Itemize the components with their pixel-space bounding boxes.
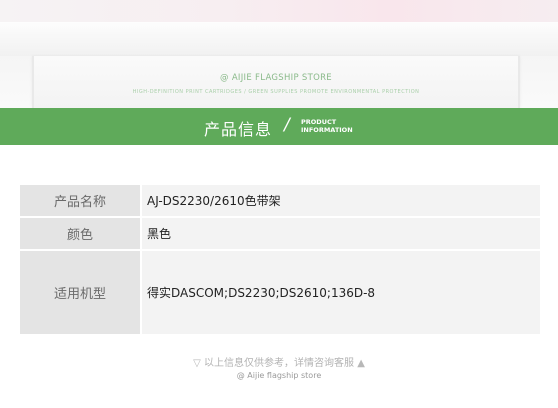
footer-store: @ Aijie flagship store (236, 371, 322, 380)
section-title-en-line2: INFORMATION (301, 126, 353, 134)
store-tagline: HIGH-DEFINITION PRINT CARTRIDGES / GREEN… (132, 89, 420, 95)
section-title-en-line1: PRODUCT (301, 118, 337, 126)
row-label-compatible-models: 适用机型 (20, 251, 142, 334)
row-value-color: 黑色 (142, 218, 540, 249)
store-banner: @ AIJIE FLAGSHIP STORE HIGH-DEFINITION P… (32, 56, 520, 108)
table-row: 颜色 黑色 (20, 218, 540, 251)
section-title-cn: 产品信息 (204, 120, 273, 139)
section-divider: / (284, 115, 290, 135)
row-value-compatible-models: 得实DASCOM;DS2230;DS2610;136D-8 (142, 251, 540, 334)
top-decor-strip (0, 0, 558, 22)
section-title-en: PRODUCT INFORMATION (301, 118, 353, 134)
table-row: 产品名称 AJ-DS2230/2610色带架 (20, 185, 540, 218)
row-label-product-name: 产品名称 (20, 185, 142, 216)
down-triangle-icon: ▽ (193, 358, 201, 369)
footer-note-text: 以上信息仅供参考，详情咨询客服 (204, 358, 354, 369)
table-row: 适用机型 得实DASCOM;DS2230;DS2610;136D-8 (20, 251, 540, 334)
store-name: @ AIJIE FLAGSHIP STORE (220, 73, 332, 83)
row-value-product-name: AJ-DS2230/2610色带架 (142, 185, 540, 216)
shelf-decor (0, 22, 558, 58)
section-header: 产品信息 / PRODUCT INFORMATION (0, 108, 558, 145)
product-info-table: 产品名称 AJ-DS2230/2610色带架 颜色 黑色 适用机型 得实DASC… (20, 185, 540, 334)
row-label-color: 颜色 (20, 218, 142, 249)
footer-note: ▽ 以上信息仅供参考，详情咨询客服 ▲ (0, 354, 558, 369)
up-triangle-icon: ▲ (357, 358, 365, 369)
